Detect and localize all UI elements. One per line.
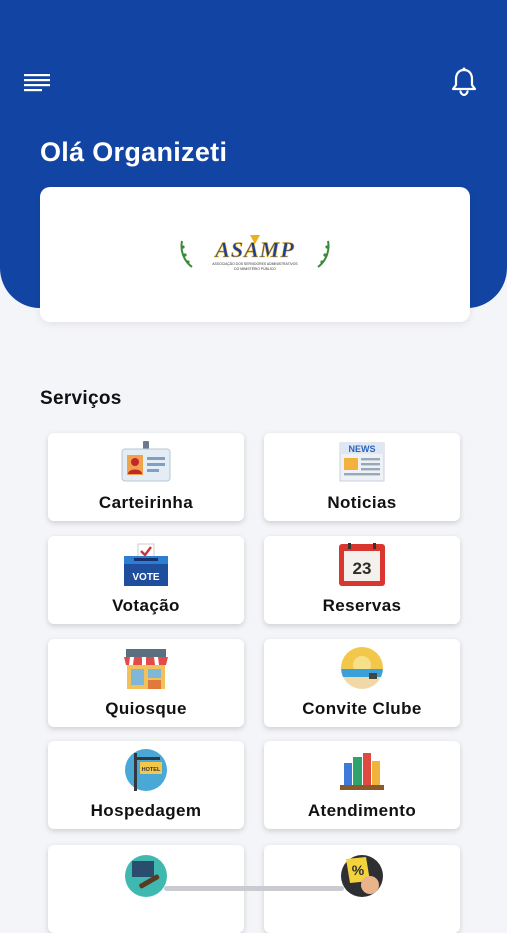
svg-text:NEWS: NEWS [349,444,376,454]
vote-text: VOTE [132,572,160,583]
calendar-day: 23 [353,559,372,578]
service-card-noticias[interactable]: NEWS Noticias [264,433,460,521]
service-card-label: Noticias [327,493,397,512]
service-card-label: Carteirinha [98,493,194,512]
service-card-label: Reservas [322,596,402,615]
service-card-reservas[interactable]: 23 Reservas [264,536,460,624]
logo-text: ASAMP [213,237,295,262]
kiosk-icon [124,649,168,689]
beach-icon [341,647,383,689]
ballot-box-icon: VOTE [124,543,168,586]
service-card-carteirinha[interactable]: Carteirinha [48,433,244,521]
hotel-sign-icon: HOTEL [125,749,167,791]
service-card-convite-clube[interactable]: Convite Clube [264,639,460,727]
service-card-atendimento[interactable]: Atendimento [264,741,460,829]
services-section-title: Serviços [40,388,122,409]
newspaper-icon: NEWS [339,442,385,482]
service-card-hospedagem[interactable]: HOTEL Hospedagem [48,741,244,829]
service-card-label: Quiosque [105,699,187,718]
service-card-label: Votação [112,596,180,615]
asamp-logo: ASAMP ASSOCIAÇÃO DOS SERVIDORES ADMINIST… [180,235,330,271]
logo-card: ASAMP ASSOCIAÇÃO DOS SERVIDORES ADMINIST… [40,187,470,322]
discount-icon: % [341,855,383,897]
bell-icon[interactable] [448,66,480,98]
books-icon [340,753,384,790]
service-card-label: Convite Clube [302,699,422,718]
calendar-icon: 23 [339,543,385,586]
service-card-votacao[interactable]: VOTE Votação [48,536,244,624]
greeting-title: Olá Organizeti [40,137,228,167]
id-card-icon [121,441,171,482]
home-indicator [164,886,344,891]
service-card-label: Atendimento [307,801,417,820]
hotel-text: HOTEL [142,767,161,773]
service-card-quiosque[interactable]: Quiosque [48,639,244,727]
logo-subtitle-2: DO MINISTÉRIO PÚBLICO [234,266,276,271]
logo-subtitle-1: ASSOCIAÇÃO DOS SERVIDORES ADMINISTRATIVO… [212,261,298,266]
service-card-label: Hospedagem [90,801,202,820]
menu-icon[interactable] [24,72,52,92]
discount-symbol: % [352,862,365,878]
